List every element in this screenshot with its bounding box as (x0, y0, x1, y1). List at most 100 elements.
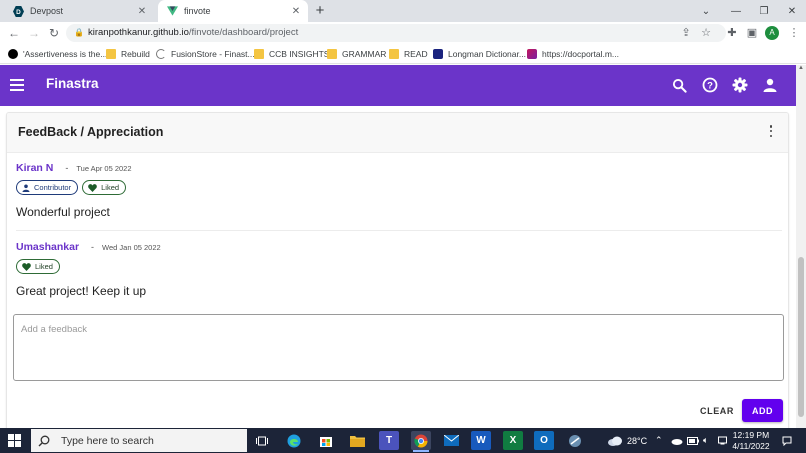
svg-text:?: ? (707, 81, 713, 92)
system-clock[interactable]: 12:19 PM 4/11/2022 (728, 430, 774, 452)
comment-item: Kiran N - Tue Apr 05 2022 Contributor Li… (16, 161, 782, 219)
bookmark-item[interactable]: FusionStore - Finast... (156, 47, 255, 61)
website-icon (156, 49, 166, 59)
onedrive-icon[interactable] (671, 428, 683, 453)
website-icon (527, 49, 537, 59)
reload-button[interactable]: ↻ (46, 25, 62, 41)
excel-icon[interactable]: X (503, 431, 523, 450)
folder-icon (254, 49, 264, 59)
svg-text:D: D (16, 8, 21, 15)
browser-toolbar: ← → ↻ 🔒 kiranpothkanur.github.io/finvote… (0, 22, 806, 44)
hamburger-menu-icon[interactable] (10, 77, 24, 93)
comment-author: Kiran N (16, 162, 54, 174)
help-icon[interactable]: ? (700, 75, 720, 95)
minimize-button[interactable]: — (722, 0, 750, 22)
file-explorer-icon[interactable] (347, 431, 367, 450)
scroll-up-arrow-icon[interactable]: ▲ (798, 65, 804, 71)
app-brand: Finastra (46, 76, 99, 91)
forward-button[interactable]: → (26, 25, 42, 41)
bookmark-item[interactable]: GRAMMAR (327, 47, 386, 61)
comment-text: Great project! Keep it up (16, 284, 147, 298)
comment-author: Umashankar (16, 241, 80, 253)
bookmark-item[interactable]: Rebuild (106, 47, 150, 61)
windows-start-icon[interactable] (8, 434, 21, 447)
heart-icon (22, 262, 31, 271)
cloud-icon (608, 436, 622, 446)
scroll-thumb[interactable] (798, 257, 804, 417)
feedback-placeholder: Add a feedback (21, 324, 88, 335)
bookmark-item[interactable]: Longman Dictionar... (433, 47, 526, 61)
folder-icon (389, 49, 399, 59)
chevron-down-icon[interactable]: ⌄ (692, 0, 720, 22)
card-title: FeedBack / Appreciation (18, 125, 164, 139)
card-header: FeedBack / Appreciation (7, 113, 788, 153)
divider (16, 230, 782, 231)
url-text: kiranpothkanur.github.io/finvote/dashboa… (88, 27, 299, 38)
account-icon[interactable] (760, 75, 780, 95)
weather-widget[interactable]: 28°C (607, 428, 647, 453)
folder-icon (327, 49, 337, 59)
close-tab-icon[interactable]: ✕ (288, 6, 304, 17)
tab-devpost[interactable]: D Devpost ✕ (4, 0, 154, 22)
bookmarks-bar: 'Assertiveness is the... Rebuild FusionS… (0, 44, 806, 64)
website-icon (8, 49, 18, 59)
notifications-icon[interactable] (782, 428, 792, 453)
comment-date: Tue Apr 05 2022 (76, 163, 132, 173)
add-button[interactable]: ADD (742, 399, 783, 422)
comment-date: Wed Jan 05 2022 (102, 242, 161, 252)
clear-button[interactable]: CLEAR (697, 400, 737, 422)
website-icon (433, 49, 443, 59)
network-icon[interactable] (718, 428, 727, 453)
bookmark-item[interactable]: https://docportal.m... (527, 47, 619, 61)
snipping-tool-icon[interactable] (565, 431, 585, 450)
restore-button[interactable]: ❐ (750, 0, 778, 22)
comment-text: Wonderful project (16, 205, 110, 219)
close-tab-icon[interactable]: ✕ (134, 6, 150, 17)
page-scrollbar[interactable]: ▲ (796, 65, 806, 428)
tab-title: finvote (184, 6, 211, 16)
mail-icon[interactable] (441, 431, 461, 450)
edge-icon[interactable] (284, 431, 304, 450)
store-icon[interactable] (316, 431, 336, 450)
word-icon[interactable]: W (471, 431, 491, 450)
volume-icon[interactable]: 🔈︎ (703, 428, 708, 453)
new-tab-button[interactable]: + (312, 3, 328, 19)
browser-tab-strip: D Devpost ✕ finvote ✕ + ⌄ — ❐ ✕ (0, 0, 806, 22)
close-window-button[interactable]: ✕ (778, 0, 806, 22)
show-hidden-icons-icon[interactable]: ⌃ (655, 428, 663, 453)
feedback-card: FeedBack / Appreciation Kiran N - Tue Ap… (6, 112, 789, 432)
profile-avatar[interactable]: A (765, 26, 779, 40)
battery-icon[interactable] (687, 428, 699, 453)
bookmark-item[interactable]: CCB INSIGHTS (254, 47, 329, 61)
taskbar-search-box[interactable]: Type here to search (31, 429, 247, 452)
outlook-icon[interactable]: O (534, 431, 554, 450)
search-icon[interactable] (669, 75, 689, 95)
address-bar[interactable]: 🔒 kiranpothkanur.github.io/finvote/dashb… (66, 24, 726, 42)
feedback-input[interactable]: Add a feedback (13, 314, 784, 381)
lock-icon: 🔒 (74, 28, 84, 37)
extensions-icon[interactable]: ✚ (724, 25, 740, 41)
share-icon[interactable]: ⇪ (678, 25, 694, 41)
folder-icon (106, 49, 116, 59)
back-button[interactable]: ← (6, 25, 22, 41)
search-icon (38, 435, 50, 446)
liked-chip: Liked (16, 259, 60, 274)
teams-icon[interactable]: T (379, 431, 399, 450)
devpost-icon: D (12, 5, 24, 17)
task-view-icon[interactable] (252, 431, 272, 450)
bookmark-item[interactable]: READ (389, 47, 428, 61)
bookmark-item[interactable]: 'Assertiveness is the... (8, 47, 107, 61)
tab-finvote[interactable]: finvote ✕ (158, 0, 308, 22)
chrome-icon[interactable] (411, 431, 431, 452)
liked-chip: Liked (82, 180, 127, 195)
more-options-icon[interactable] (767, 125, 775, 139)
side-panel-icon[interactable]: ▣ (744, 25, 760, 41)
contributor-chip: Contributor (16, 180, 79, 195)
person-icon (22, 184, 30, 192)
app-bar: Finastra ? (0, 65, 796, 106)
bookmark-star-icon[interactable]: ☆ (698, 25, 714, 41)
vue-icon (166, 5, 178, 17)
more-menu-icon[interactable]: ⋮ (786, 25, 802, 41)
separator: - (91, 242, 95, 252)
settings-gear-icon[interactable] (730, 75, 750, 95)
